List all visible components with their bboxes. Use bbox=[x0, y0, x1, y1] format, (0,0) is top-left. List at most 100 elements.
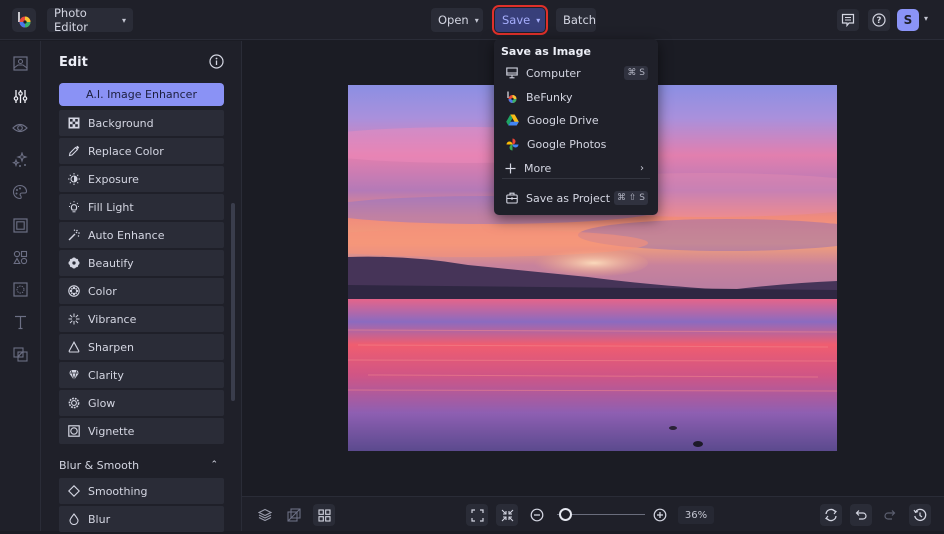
rail-item-touch-up[interactable] bbox=[10, 118, 30, 138]
texture-icon bbox=[12, 281, 28, 297]
rail-item-overlays[interactable] bbox=[10, 344, 30, 364]
befunky-logo-icon bbox=[18, 12, 31, 28]
feedback-button[interactable] bbox=[837, 9, 859, 31]
tool-color[interactable]: Color bbox=[59, 278, 224, 304]
briefcase-icon bbox=[506, 192, 518, 204]
rail-item-effects[interactable] bbox=[10, 150, 30, 170]
tool-beautify[interactable]: Beautify bbox=[59, 250, 224, 276]
layers-button[interactable] bbox=[254, 504, 276, 526]
save-button[interactable]: Save ▾ bbox=[492, 5, 548, 35]
vignette-icon bbox=[68, 425, 80, 437]
blur-smooth-section-header[interactable]: Blur & Smooth ⌃ bbox=[59, 456, 224, 474]
zoom-out-icon[interactable] bbox=[530, 508, 544, 522]
compare-icon bbox=[287, 508, 301, 522]
save-to-computer[interactable]: Computer ⌘ S bbox=[494, 62, 658, 84]
image-icon bbox=[12, 55, 28, 71]
chevron-down-icon[interactable]: ▾ bbox=[924, 14, 928, 23]
google-drive-icon bbox=[506, 114, 519, 126]
tool-glow[interactable]: Glow bbox=[59, 390, 224, 416]
chevron-down-icon: ▾ bbox=[121, 15, 126, 25]
panel-scrollbar[interactable] bbox=[231, 203, 235, 401]
grid-view-button[interactable] bbox=[313, 504, 335, 526]
redo-button[interactable] bbox=[879, 504, 901, 526]
tool-label: Blur bbox=[88, 512, 111, 526]
top-bar: Photo Editor ▾ Open ▾ Save ▾ Batch ? S ▾ bbox=[0, 0, 944, 40]
open-button[interactable]: Open ▾ bbox=[431, 8, 483, 32]
tool-label: Vignette bbox=[88, 424, 135, 438]
app-menu-button[interactable]: Photo Editor ▾ bbox=[47, 6, 133, 34]
zoom-percent-field[interactable]: 36% bbox=[678, 506, 714, 524]
menu-divider bbox=[502, 178, 650, 179]
tool-clarity[interactable]: Clarity bbox=[59, 362, 224, 388]
batch-button[interactable]: Batch bbox=[556, 8, 596, 32]
save-as-project[interactable]: Save as Project ⌘ ⇧ S bbox=[494, 187, 658, 209]
blur-smooth-tools-list: Smoothing Blur bbox=[59, 478, 224, 534]
rail-item-text[interactable] bbox=[10, 312, 30, 332]
color-wheel-icon bbox=[68, 285, 80, 297]
history-icon bbox=[913, 508, 927, 522]
save-label: Save bbox=[502, 13, 531, 27]
chevron-down-icon: ▾ bbox=[536, 15, 541, 25]
save-more-options[interactable]: More › bbox=[494, 157, 658, 179]
tool-label: Beautify bbox=[88, 256, 134, 270]
chevron-right-icon: › bbox=[640, 162, 644, 174]
user-avatar[interactable]: S bbox=[897, 9, 919, 31]
actual-size-button[interactable] bbox=[496, 504, 518, 526]
tool-fill-light[interactable]: Fill Light bbox=[59, 194, 224, 220]
befunky-logo[interactable] bbox=[12, 8, 36, 32]
tool-label: Auto Enhance bbox=[88, 228, 165, 242]
section-title: Blur & Smooth bbox=[59, 458, 140, 472]
help-button[interactable]: ? bbox=[868, 9, 890, 31]
shortcut-badge: ⌘ S bbox=[624, 66, 648, 80]
avatar-initial: S bbox=[903, 13, 913, 27]
replace-image-button[interactable] bbox=[820, 504, 842, 526]
tool-label: Smoothing bbox=[88, 484, 148, 498]
rail-item-edit[interactable] bbox=[10, 86, 30, 106]
google-photos-icon bbox=[506, 138, 519, 150]
tool-label: Background bbox=[88, 116, 154, 130]
tool-vibrance[interactable]: Vibrance bbox=[59, 306, 224, 332]
history-button[interactable] bbox=[909, 504, 931, 526]
save-to-google-drive[interactable]: Google Drive bbox=[494, 109, 658, 131]
ai-image-enhancer-button[interactable]: A.I. Image Enhancer bbox=[59, 83, 224, 106]
tool-exposure[interactable]: Exposure bbox=[59, 166, 224, 192]
tool-rail bbox=[0, 41, 41, 531]
zoom-in-icon[interactable] bbox=[653, 508, 667, 522]
shortcut-badge: ⌘ ⇧ S bbox=[614, 191, 648, 205]
tool-label: Fill Light bbox=[88, 200, 134, 214]
tool-label: Replace Color bbox=[88, 144, 164, 158]
menu-item-label: More bbox=[524, 161, 552, 175]
rail-item-frames[interactable] bbox=[10, 215, 30, 235]
undo-button[interactable] bbox=[850, 504, 872, 526]
rail-item-artsy[interactable] bbox=[10, 182, 30, 202]
tool-blur[interactable]: Blur bbox=[59, 506, 224, 532]
save-to-google-photos[interactable]: Google Photos bbox=[494, 133, 658, 155]
tool-label: Glow bbox=[88, 396, 116, 410]
rail-item-graphics[interactable] bbox=[10, 247, 30, 267]
help-icon: ? bbox=[872, 13, 886, 27]
fit-screen-button[interactable] bbox=[466, 504, 488, 526]
info-icon[interactable] bbox=[209, 54, 224, 69]
svg-text:?: ? bbox=[877, 16, 882, 26]
tool-replace-color[interactable]: Replace Color bbox=[59, 138, 224, 164]
tool-sharpen[interactable]: Sharpen bbox=[59, 334, 224, 360]
save-to-befunky[interactable]: BeFunky bbox=[494, 86, 658, 108]
rail-item-image[interactable] bbox=[10, 53, 30, 73]
plus-icon bbox=[505, 163, 516, 173]
tool-vignette[interactable]: Vignette bbox=[59, 418, 224, 444]
zoom-slider-handle[interactable] bbox=[559, 508, 573, 521]
tool-smoothing[interactable]: Smoothing bbox=[59, 478, 224, 504]
rail-item-textures[interactable] bbox=[10, 279, 30, 299]
compare-button[interactable] bbox=[283, 504, 305, 526]
undo-icon bbox=[855, 510, 867, 520]
sparkle-effects-icon bbox=[12, 152, 28, 168]
tool-label: Sharpen bbox=[88, 340, 134, 354]
triangle-icon bbox=[68, 341, 80, 353]
open-label: Open bbox=[438, 13, 469, 27]
tool-label: Color bbox=[88, 284, 117, 298]
tool-auto-enhance[interactable]: Auto Enhance bbox=[59, 222, 224, 248]
vibrance-icon bbox=[68, 313, 80, 325]
tool-background[interactable]: Background bbox=[59, 110, 224, 136]
palette-icon bbox=[12, 184, 28, 200]
grid-icon bbox=[317, 508, 331, 522]
